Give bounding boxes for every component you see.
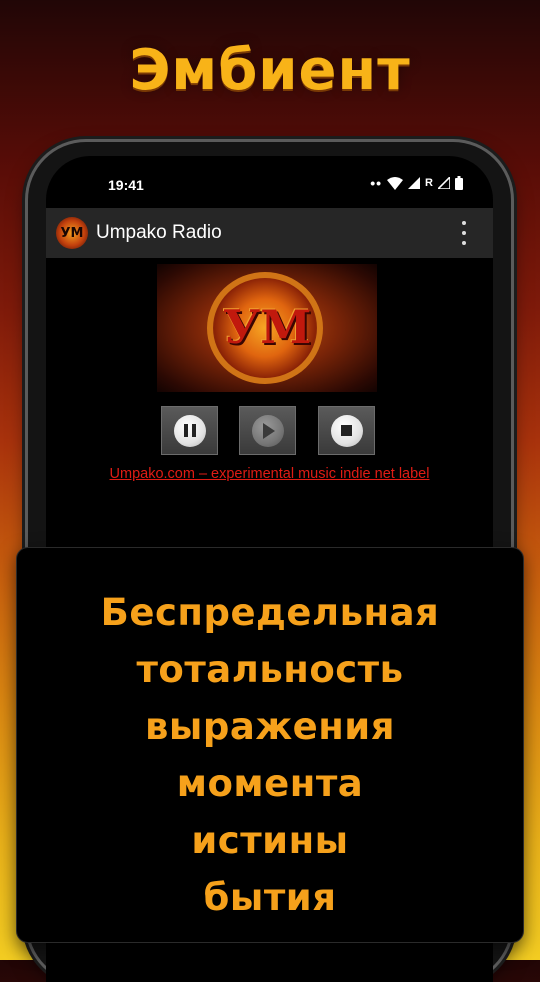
caption-line: момента <box>176 762 364 805</box>
pause-icon <box>173 414 206 447</box>
app-logo: УМ <box>56 217 88 249</box>
playback-controls <box>161 406 381 456</box>
caption-line: выражения <box>145 705 395 748</box>
stop-icon <box>330 414 363 447</box>
stop-button[interactable] <box>318 406 375 455</box>
signal-icon-secondary <box>438 177 450 189</box>
overflow-menu-icon[interactable] <box>455 221 473 245</box>
banner-logo-text: УМ <box>222 300 312 354</box>
status-bar: 19:41 •• R <box>46 156 493 208</box>
play-button[interactable] <box>239 406 296 455</box>
pause-button[interactable] <box>161 406 218 455</box>
roaming-label: R <box>425 177 433 189</box>
caption-card: Беспредельная тотальность выражения моме… <box>16 547 524 943</box>
caption-line: Беспредельная <box>100 591 440 634</box>
play-icon <box>251 414 284 447</box>
notification-dots-icon: •• <box>370 175 383 191</box>
headline: Эмбиент <box>129 38 411 103</box>
signal-icon <box>408 177 421 189</box>
app-bar: УМ Umpako Radio <box>46 208 493 258</box>
website-link[interactable]: Umpako.com – experimental music indie ne… <box>46 466 493 482</box>
caption-line: тотальность <box>136 648 404 691</box>
app-title: Umpako Radio <box>96 222 222 243</box>
station-banner: УМ <box>157 264 377 392</box>
status-icons: •• R <box>370 175 463 191</box>
battery-icon <box>455 176 463 190</box>
caption-line: истины <box>191 819 349 862</box>
caption-text: Беспредельная тотальность выражения моме… <box>17 584 523 926</box>
caption-line: бытия <box>203 876 337 919</box>
status-time: 19:41 <box>108 177 144 193</box>
wifi-icon <box>387 176 404 190</box>
